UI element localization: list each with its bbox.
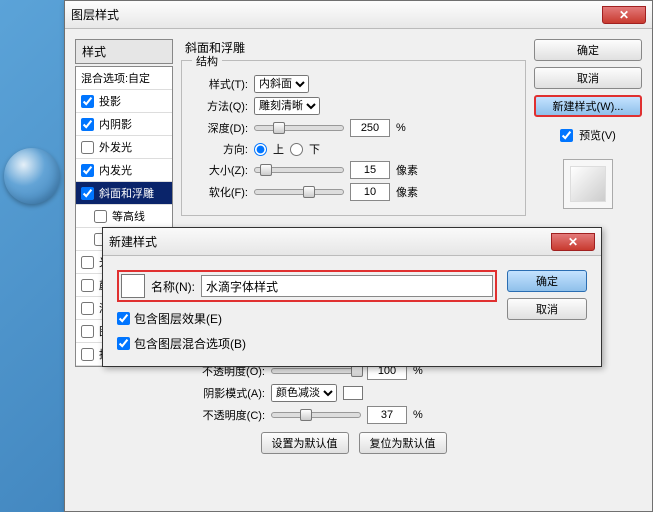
size-row: 大小(Z): 像素: [190, 161, 517, 179]
include-blend-checkbox[interactable]: [117, 337, 130, 350]
px-unit: 像素: [396, 162, 418, 178]
style-checkbox[interactable]: [81, 325, 94, 338]
depth-row: 深度(D): %: [190, 119, 517, 137]
close-icon[interactable]: ✕: [602, 6, 646, 24]
bevel-title: 斜面和浮雕: [181, 39, 526, 56]
style-checkbox[interactable]: [81, 348, 94, 361]
style-item-3[interactable]: 内发光: [76, 159, 172, 182]
shadow-opacity-row: 不透明度(C): %: [181, 406, 526, 424]
sh-color-swatch[interactable]: [343, 386, 363, 400]
include-blend-label: 包含图层混合选项(B): [134, 335, 246, 352]
style-checkbox[interactable]: [81, 302, 94, 315]
structure-legend: 结构: [192, 53, 222, 69]
direction-row: 方向: 上 下: [190, 141, 517, 157]
style-item-4[interactable]: 斜面和浮雕: [76, 182, 172, 205]
style-checkbox[interactable]: [94, 210, 107, 223]
style-checkbox[interactable]: [81, 279, 94, 292]
hi-op-slider[interactable]: [271, 368, 361, 374]
new-style-dialog: 新建样式 ✕ 名称(N): 包含图层效果(E) 包含图层混合选项(B) 确定 取…: [102, 227, 602, 367]
titlebar[interactable]: 图层样式 ✕: [65, 1, 652, 29]
sh-op-input[interactable]: [367, 406, 407, 424]
style-item-2[interactable]: 外发光: [76, 136, 172, 159]
direction-label: 方向:: [190, 141, 248, 157]
water-drop: [4, 148, 60, 204]
ns-title: 新建样式: [109, 233, 551, 250]
style-label: 斜面和浮雕: [99, 185, 154, 201]
style-label: 内发光: [99, 162, 132, 178]
ok-button[interactable]: 确定: [534, 39, 642, 61]
style-label: 内阴影: [99, 116, 132, 132]
style-label: 外发光: [99, 139, 132, 155]
reset-default-button[interactable]: 复位为默认值: [359, 432, 447, 454]
depth-input[interactable]: [350, 119, 390, 137]
preview-label: 预览(V): [579, 127, 616, 143]
dir-down-radio[interactable]: [290, 143, 303, 156]
name-input[interactable]: [201, 275, 493, 297]
set-default-button[interactable]: 设置为默认值: [261, 432, 349, 454]
style-item-5[interactable]: 等高线: [76, 205, 172, 228]
sh-mode-select[interactable]: 颜色减淡: [271, 384, 337, 402]
style-checkbox[interactable]: [81, 187, 94, 200]
technique-select[interactable]: 雕刻清晰: [254, 97, 320, 115]
dir-up-radio[interactable]: [254, 143, 267, 156]
style-checkbox[interactable]: [81, 164, 94, 177]
size-label: 大小(Z):: [190, 162, 248, 178]
dialog-title: 图层样式: [71, 6, 602, 23]
sh-op-slider[interactable]: [271, 412, 361, 418]
soften-row: 软化(F): 像素: [190, 183, 517, 201]
ns-ok-button[interactable]: 确定: [507, 270, 587, 292]
style-checkbox[interactable]: [81, 118, 94, 131]
depth-label: 深度(D):: [190, 120, 248, 136]
style-item-1[interactable]: 内阴影: [76, 113, 172, 136]
style-row: 样式(T): 内斜面: [190, 75, 517, 93]
style-label: 等高线: [112, 208, 145, 224]
technique-row: 方法(Q): 雕刻清晰: [190, 97, 517, 115]
include-effects-label: 包含图层效果(E): [134, 310, 222, 327]
soften-label: 软化(F):: [190, 184, 248, 200]
structure-fieldset: 结构 样式(T): 内斜面 方法(Q): 雕刻清晰 深度(D): % 方向:: [181, 60, 526, 216]
technique-label: 方法(Q):: [190, 98, 248, 114]
soften-slider[interactable]: [254, 189, 344, 195]
blend-options[interactable]: 混合选项:自定: [76, 67, 172, 90]
soften-input[interactable]: [350, 183, 390, 201]
dir-up-label: 上: [273, 141, 284, 157]
pct-unit: %: [396, 122, 406, 134]
new-style-button[interactable]: 新建样式(W)...: [534, 95, 642, 117]
sh-op-label: 不透明度(C):: [181, 407, 265, 423]
style-checkbox[interactable]: [81, 141, 94, 154]
style-label: 投影: [99, 93, 121, 109]
size-input[interactable]: [350, 161, 390, 179]
style-label: 样式(T):: [190, 76, 248, 92]
size-slider[interactable]: [254, 167, 344, 173]
style-item-0[interactable]: 投影: [76, 90, 172, 113]
preview-thumbnail: [563, 159, 613, 209]
style-checkbox[interactable]: [81, 256, 94, 269]
sh-mode-label: 阴影模式(A):: [181, 385, 265, 401]
include-effects-checkbox[interactable]: [117, 312, 130, 325]
preview-checkbox[interactable]: [560, 129, 573, 142]
shadow-mode-row: 阴影模式(A): 颜色减淡: [181, 384, 526, 402]
cancel-button[interactable]: 取消: [534, 67, 642, 89]
style-select[interactable]: 内斜面: [254, 75, 309, 93]
ns-cancel-button[interactable]: 取消: [507, 298, 587, 320]
default-buttons: 设置为默认值 复位为默认值: [181, 432, 526, 454]
style-checkbox[interactable]: [81, 95, 94, 108]
name-label: 名称(N):: [151, 278, 195, 295]
close-icon[interactable]: ✕: [551, 233, 595, 251]
style-swatch[interactable]: [121, 274, 145, 298]
ns-titlebar[interactable]: 新建样式 ✕: [103, 228, 601, 256]
name-row: 名称(N):: [117, 270, 497, 302]
depth-slider[interactable]: [254, 125, 344, 131]
styles-header: 样式: [75, 39, 173, 64]
dir-down-label: 下: [309, 141, 320, 157]
px-unit2: 像素: [396, 184, 418, 200]
